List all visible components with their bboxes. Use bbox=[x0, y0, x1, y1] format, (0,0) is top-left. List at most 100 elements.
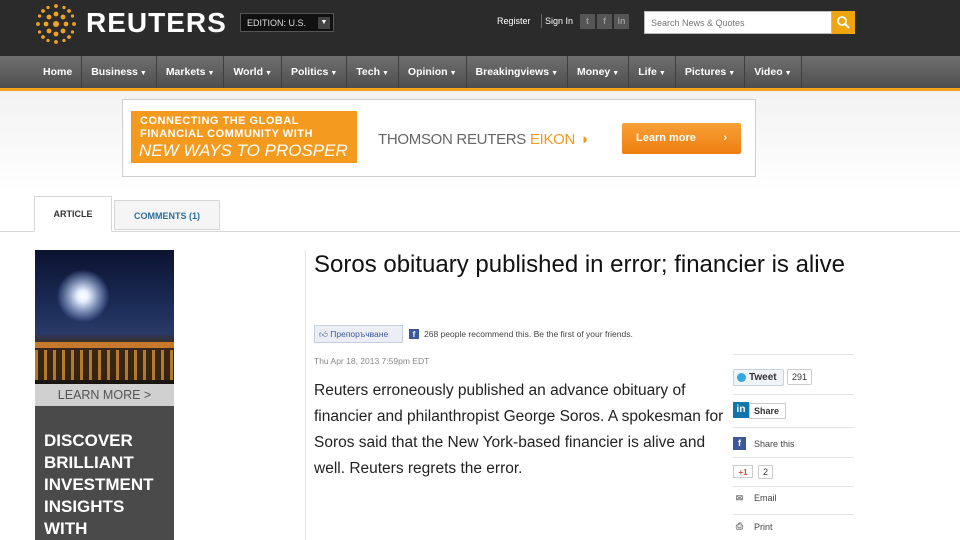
printer-icon[interactable]: ⎙ bbox=[733, 520, 746, 533]
linkedin-icon[interactable]: in bbox=[614, 14, 629, 29]
caret-down-icon: ▼ bbox=[381, 70, 389, 77]
facebook-share-link[interactable]: Share this bbox=[754, 439, 795, 449]
article-headline: Soros obituary published in error; finan… bbox=[314, 251, 845, 278]
nav-list: Home Business ▼ Markets ▼ World ▼ Politics ▼… bbox=[34, 56, 802, 88]
tweet-button[interactable]: Tweet bbox=[733, 369, 784, 386]
ad-brand: THOMSON REUTERS EIKON ◑ bbox=[378, 131, 588, 148]
tab-comments[interactable]: COMMENTS (1) bbox=[114, 200, 220, 230]
recommend-count-text: 268 people recommend this. Be the first … bbox=[424, 329, 633, 339]
nav-label: Life bbox=[638, 66, 657, 78]
nav-item-tech[interactable]: Tech ▼ bbox=[347, 56, 399, 88]
article-dateline: Thu Apr 18, 2013 7:59pm EDT bbox=[314, 356, 430, 366]
print-link[interactable]: Print bbox=[754, 522, 773, 532]
facebook-like-button[interactable]: 👍︎ Препоръчване bbox=[314, 325, 403, 343]
learn-more-link[interactable]: LEARN MORE > bbox=[35, 384, 174, 406]
rail-divider bbox=[733, 394, 854, 395]
ad-line: FINANCIAL COMMUNITY WITH bbox=[140, 128, 313, 140]
reuters-logo-icon[interactable] bbox=[34, 2, 78, 46]
city-lights-graphic bbox=[35, 350, 174, 380]
register-link[interactable]: Register bbox=[497, 16, 531, 26]
learn-more-button[interactable]: Learn more › bbox=[622, 123, 741, 154]
tweet-count: 291 bbox=[787, 369, 813, 385]
facebook-icon: f bbox=[409, 329, 419, 339]
envelope-icon[interactable]: ✉ bbox=[733, 492, 746, 505]
google-plus-button[interactable]: +1 bbox=[733, 465, 753, 478]
nav-item-video[interactable]: Video ▼ bbox=[745, 56, 802, 88]
main-nav: Home Business ▼ Markets ▼ World ▼ Politics ▼… bbox=[0, 56, 960, 91]
edition-select[interactable]: EDITION: U.S. ▼ bbox=[240, 13, 334, 32]
linkedin-icon[interactable]: in bbox=[733, 402, 749, 418]
edition-label: EDITION: U.S. bbox=[247, 18, 307, 28]
search-icon bbox=[837, 16, 850, 29]
like-label: Препоръчване bbox=[330, 329, 389, 339]
rail-divider bbox=[733, 486, 854, 487]
eikon-logo-icon: ◑ bbox=[578, 131, 588, 148]
column-divider bbox=[305, 250, 306, 540]
rail-divider bbox=[733, 427, 854, 428]
nav-label: Money bbox=[577, 66, 611, 78]
nav-item-markets[interactable]: Markets ▼ bbox=[157, 56, 225, 88]
nav-label: World bbox=[233, 66, 264, 78]
caret-down-icon: ▼ bbox=[728, 70, 736, 77]
ad-brand-name: THOMSON REUTERS bbox=[378, 131, 527, 148]
promo-line: INSIGHTS bbox=[44, 497, 125, 516]
caret-down-icon: ▼ bbox=[612, 70, 620, 77]
ad-line: CONNECTING THE GLOBAL bbox=[140, 115, 299, 127]
nav-label: Markets bbox=[165, 66, 206, 78]
caret-down-icon: ▼ bbox=[207, 70, 215, 77]
top-bar: REUTERS EDITION: U.S. ▼ Register Sign In… bbox=[0, 0, 960, 56]
tab-article[interactable]: ARTICLE bbox=[34, 196, 112, 232]
search-button[interactable] bbox=[832, 11, 855, 34]
chevron-right-icon: › bbox=[723, 132, 727, 144]
ad-product-name: EIKON bbox=[529, 131, 576, 148]
facebook-icon[interactable]: f bbox=[733, 437, 746, 450]
nav-label: Business bbox=[91, 66, 138, 78]
caret-down-icon: ▼ bbox=[551, 70, 559, 77]
nav-label: Home bbox=[43, 66, 73, 78]
divider bbox=[541, 14, 542, 28]
caret-down-icon: ▼ bbox=[658, 70, 666, 77]
linkedin-share-button[interactable]: Share bbox=[749, 403, 786, 419]
caret-down-icon: ▼ bbox=[265, 70, 272, 77]
nav-item-pictures[interactable]: Pictures ▼ bbox=[676, 56, 746, 88]
nav-label: Tech bbox=[356, 66, 380, 78]
search-input[interactable] bbox=[644, 11, 832, 34]
nav-item-home[interactable]: Home bbox=[34, 56, 83, 88]
learn-more-label: Learn more bbox=[636, 132, 696, 144]
twitter-icon[interactable]: t bbox=[580, 14, 595, 29]
email-link[interactable]: Email bbox=[754, 493, 777, 503]
caret-down-icon: ▼ bbox=[784, 70, 792, 77]
firework-graphic bbox=[57, 270, 109, 322]
tab-baseline bbox=[0, 231, 960, 232]
promo-line: INVESTMENT bbox=[44, 475, 154, 494]
rail-divider bbox=[733, 457, 854, 458]
promo-image[interactable] bbox=[35, 250, 174, 384]
banner-ad[interactable]: CONNECTING THE GLOBAL FINANCIAL COMMUNIT… bbox=[122, 99, 756, 177]
facebook-icon[interactable]: f bbox=[597, 14, 612, 29]
nav-item-opinion[interactable]: Opinion ▼ bbox=[399, 56, 467, 88]
ad-tagline-panel: CONNECTING THE GLOBAL FINANCIAL COMMUNIT… bbox=[131, 111, 357, 163]
twitter-bird-icon bbox=[737, 373, 746, 382]
logo-wordmark[interactable]: REUTERS bbox=[86, 7, 227, 39]
nav-label: Pictures bbox=[684, 66, 727, 78]
nav-label: Politics bbox=[290, 66, 329, 78]
promo-line: DISCOVER bbox=[44, 431, 133, 450]
promo-headline[interactable]: DISCOVER BRILLIANT INVESTMENT INSIGHTS W… bbox=[35, 406, 174, 540]
ad-line: NEW WAYS TO PROSPER bbox=[139, 141, 348, 160]
nav-item-money[interactable]: Money ▼ bbox=[568, 56, 630, 88]
caret-down-icon: ▼ bbox=[139, 70, 147, 77]
nav-item-politics[interactable]: Politics ▼ bbox=[282, 56, 348, 88]
tweet-label: Tweet bbox=[749, 372, 777, 383]
thumbs-up-icon: 👍︎ bbox=[319, 329, 328, 339]
nav-item-business[interactable]: Business ▼ bbox=[82, 56, 157, 88]
nav-item-world[interactable]: World ▼ bbox=[224, 56, 282, 88]
promo-line: WITH bbox=[44, 519, 88, 538]
nav-item-breakingviews[interactable]: Breakingviews ▼ bbox=[467, 56, 569, 88]
bridge-graphic bbox=[35, 342, 174, 348]
promo-line: BRILLIANT bbox=[44, 453, 134, 472]
google-plus-count: 2 bbox=[758, 465, 774, 479]
article-body: Reuters erroneously published an advance… bbox=[314, 382, 724, 477]
nav-item-life[interactable]: Life ▼ bbox=[629, 56, 676, 88]
sign-in-link[interactable]: Sign In bbox=[545, 16, 573, 26]
caret-down-icon: ▼ bbox=[330, 70, 338, 77]
